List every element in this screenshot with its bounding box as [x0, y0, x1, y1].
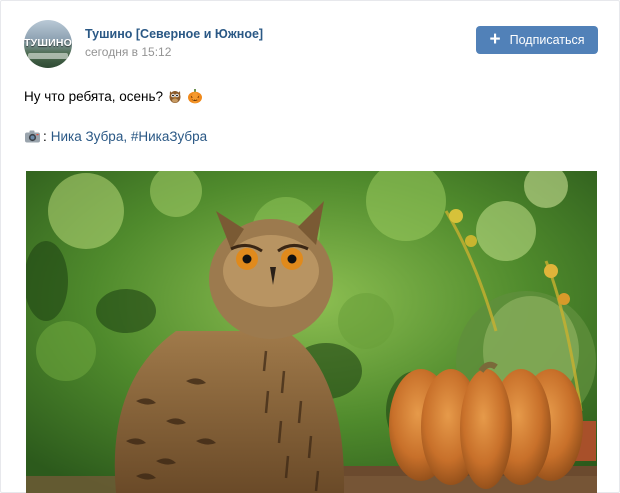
credit-hashtag-link[interactable]: #НикаЗубра [131, 129, 207, 144]
group-name-link[interactable]: Тушино [Северное и Южное] [85, 27, 263, 41]
owl-and-pumpkin-photo[interactable] [26, 171, 597, 493]
camera-icon [25, 130, 40, 143]
subscribe-button[interactable]: + Подписаться [476, 26, 598, 54]
avatar-decoration [28, 53, 68, 59]
wall-post: ТУШИНО Тушино [Северное и Южное] сегодня… [0, 0, 620, 493]
owl-emoji-icon [169, 91, 181, 103]
group-avatar[interactable]: ТУШИНО [24, 20, 72, 68]
avatar-logo-text: ТУШИНО [24, 37, 72, 49]
pumpkin-emoji-icon [188, 89, 202, 104]
credit-colon: : [43, 129, 47, 144]
credit-author-link[interactable]: Ника Зубра [51, 129, 124, 144]
post-date-link[interactable]: сегодня в 15:12 [85, 45, 171, 59]
credit-separator: , [123, 129, 131, 144]
subscribe-label: Подписаться [509, 33, 585, 47]
post-text-content: Ну что ребята, осень? [24, 88, 163, 104]
post-text: Ну что ребята, осень? [24, 88, 203, 104]
plus-icon: + [489, 28, 501, 50]
photo-credit: : Ника Зубра , #НикаЗубра [24, 129, 207, 144]
